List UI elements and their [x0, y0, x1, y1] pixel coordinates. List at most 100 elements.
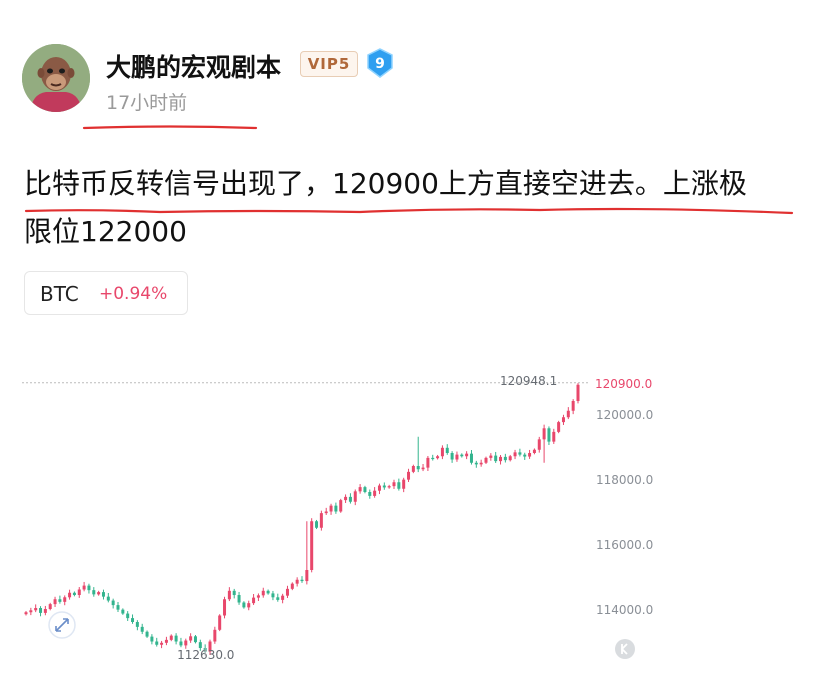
candle-body [179, 641, 183, 646]
candle-body [227, 590, 231, 600]
candle-body [237, 595, 241, 603]
candle-body [571, 401, 575, 411]
candle-body [561, 417, 565, 423]
candle-body [29, 610, 33, 613]
candle-body [479, 462, 483, 465]
candle-body [363, 487, 367, 492]
candle-body [440, 447, 444, 457]
candle-body [305, 570, 309, 582]
candle-body [97, 592, 101, 595]
candle-body [116, 605, 120, 610]
candle-body [368, 492, 372, 496]
candle-body [528, 453, 532, 457]
candle-body [377, 485, 381, 491]
candle-body [271, 593, 275, 598]
candle-body [87, 585, 91, 591]
candle-body [111, 600, 115, 606]
candle-body [281, 595, 285, 600]
candle-body [266, 590, 270, 594]
candle-body [77, 589, 81, 596]
candle-body [431, 457, 435, 460]
candle-body [445, 447, 449, 453]
candle-body [513, 452, 517, 457]
candle-body [499, 456, 503, 462]
candle-body [58, 599, 62, 602]
candle-body [184, 640, 188, 646]
candle-body [92, 590, 96, 595]
candle-body [503, 456, 507, 461]
candle-body [252, 597, 256, 604]
candle-body [261, 590, 265, 596]
candle-body [174, 635, 178, 642]
candle-body [315, 521, 319, 528]
candle-body [34, 608, 38, 611]
expand-chart-icon[interactable] [48, 611, 76, 639]
candle-body [402, 479, 406, 489]
candle-body [101, 592, 105, 597]
candle-body [484, 457, 488, 463]
candle-body [334, 505, 338, 512]
candle-body [407, 471, 411, 480]
post-timestamp: 17小时前 [106, 92, 188, 114]
candle-body [140, 626, 144, 632]
scroll-to-latest-icon[interactable] [615, 639, 635, 659]
candle-body [135, 622, 139, 627]
candle-body [82, 585, 86, 590]
candle-body [465, 453, 469, 457]
candle-body [508, 456, 512, 461]
candle-body [494, 455, 498, 462]
candle-body [285, 588, 289, 596]
candle-body [276, 597, 280, 600]
ticker-change: +0.94% [99, 284, 168, 304]
candle-body [160, 642, 164, 645]
price-chart[interactable]: 120000.0 118000.0 116000.0 114000.0 120900.0… [22, 348, 662, 666]
candle-body [411, 466, 415, 472]
candle-body [436, 456, 440, 459]
candle-body [310, 521, 314, 570]
post-text-line-1: 比特币反转信号出现了，120900上方直接空进去。上涨极 [24, 167, 747, 200]
candle-body [387, 486, 391, 488]
ticker-chip[interactable]: BTC +0.94% [24, 271, 188, 315]
candle-body [169, 635, 173, 640]
avatar[interactable] [22, 44, 90, 112]
y-tick-label: 114000.0 [596, 603, 653, 617]
candle-body [189, 636, 193, 641]
candle-body [121, 609, 125, 614]
y-tick-label: 116000.0 [596, 538, 653, 552]
candle-body [489, 455, 493, 458]
current-price-label: 120900.0 [595, 377, 652, 391]
candle-body [518, 452, 522, 455]
candle-body [566, 410, 570, 418]
candle-body [523, 454, 527, 457]
y-tick-label: 120000.0 [596, 408, 653, 422]
candle-body [469, 453, 473, 463]
candle-body [353, 491, 357, 502]
candle-body [474, 462, 478, 465]
candle-body [329, 505, 333, 512]
candle-body [552, 431, 556, 442]
candle-body [348, 496, 352, 502]
y-tick-label: 118000.0 [596, 473, 653, 487]
candle-body [542, 428, 546, 440]
level-shield-icon: 9 [367, 48, 393, 78]
candle-body [53, 599, 57, 605]
candle-body [48, 604, 52, 609]
candle-body [213, 629, 217, 642]
author-name[interactable]: 大鹏的宏观剧本 [106, 48, 281, 84]
underline-timestamp [82, 125, 258, 130]
candle-body [43, 609, 47, 613]
ticker-symbol: BTC [40, 282, 79, 306]
candle-body [256, 595, 260, 598]
candle-body [421, 467, 425, 470]
candle-body [344, 496, 348, 501]
level-number: 9 [375, 56, 385, 72]
candle-body [339, 500, 343, 512]
candle-body [232, 590, 236, 596]
candle-body [131, 618, 135, 622]
candle-body [247, 603, 251, 608]
candle-body [455, 454, 459, 460]
level-badge: 9 [366, 48, 394, 78]
candle-body [547, 428, 551, 442]
candle-body [106, 596, 110, 601]
candle-body [532, 449, 536, 453]
